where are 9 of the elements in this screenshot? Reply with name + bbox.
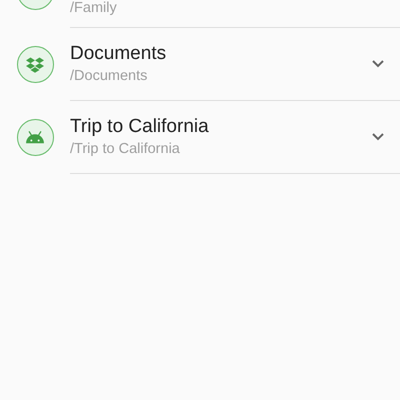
folder-path: /Trip to California — [70, 140, 181, 159]
dropbox-icon — [26, 56, 44, 74]
chevron-icon[interactable] — [372, 133, 384, 141]
folder-title: Trip to California — [70, 115, 210, 139]
folder-path: /Documents — [70, 67, 148, 86]
folder-path: /Family — [70, 0, 118, 18]
chevron-icon[interactable] — [372, 60, 384, 68]
android-icon — [25, 131, 45, 144]
folder-title: Documents — [70, 42, 168, 66]
